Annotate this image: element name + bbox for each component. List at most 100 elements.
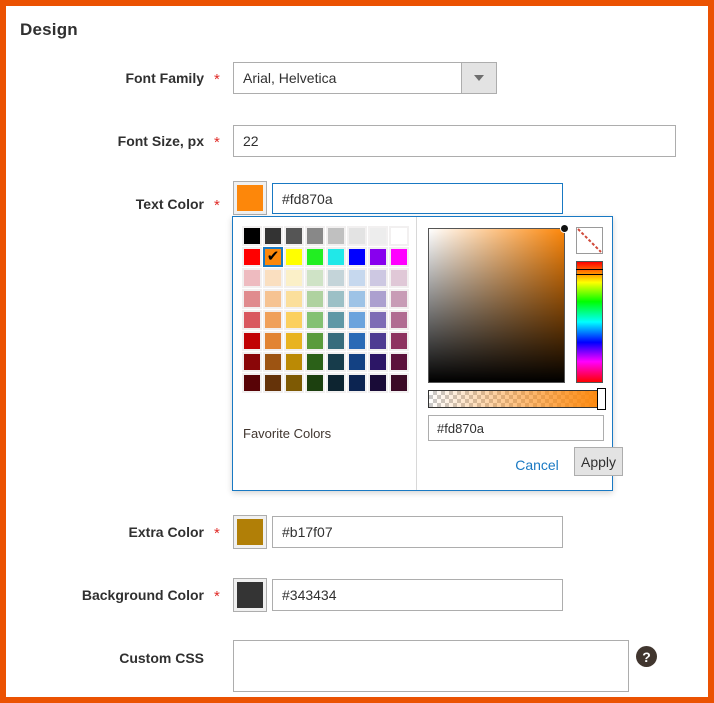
color-swatch[interactable] xyxy=(242,289,262,309)
color-swatch[interactable] xyxy=(326,373,346,393)
color-swatch[interactable] xyxy=(305,352,325,372)
color-swatch[interactable] xyxy=(305,373,325,393)
color-swatch[interactable] xyxy=(284,247,304,267)
color-swatch[interactable] xyxy=(368,226,388,246)
color-swatch[interactable] xyxy=(305,226,325,246)
color-swatch[interactable] xyxy=(326,247,346,267)
color-swatch[interactable] xyxy=(389,226,409,246)
color-picker-popup: ✔ Favorite Colors Cancel xyxy=(232,216,623,491)
saturation-value-gradient[interactable] xyxy=(428,224,569,383)
color-picker-hex-input[interactable] xyxy=(428,415,604,441)
color-swatch[interactable] xyxy=(389,310,409,330)
color-swatch[interactable] xyxy=(326,331,346,351)
color-swatch[interactable] xyxy=(326,352,346,372)
hue-slider-handle[interactable] xyxy=(576,269,603,275)
favorite-color-swatch-grid[interactable]: ✔ xyxy=(242,226,409,393)
favorite-colors-label: Favorite Colors xyxy=(243,426,332,441)
color-swatch[interactable] xyxy=(305,247,325,267)
color-swatch[interactable] xyxy=(368,373,388,393)
cancel-button[interactable]: Cancel xyxy=(506,452,568,478)
color-swatch[interactable] xyxy=(368,247,388,267)
color-swatch[interactable] xyxy=(326,289,346,309)
color-swatch[interactable] xyxy=(242,226,262,246)
apply-button[interactable]: Apply xyxy=(574,447,623,476)
no-color-icon[interactable] xyxy=(576,227,603,254)
alpha-slider-handle[interactable] xyxy=(597,388,606,410)
color-swatch[interactable] xyxy=(263,352,283,372)
color-swatch[interactable] xyxy=(368,268,388,288)
color-swatch[interactable] xyxy=(326,268,346,288)
color-swatch[interactable] xyxy=(326,226,346,246)
color-picker-right-pane: Cancel Apply xyxy=(418,217,623,490)
color-swatch[interactable] xyxy=(389,247,409,267)
font-family-select-button[interactable] xyxy=(461,63,496,93)
font-family-select-value: Arial, Helvetica xyxy=(243,70,337,86)
color-swatch[interactable] xyxy=(347,331,367,351)
font-family-required-marker: * xyxy=(214,71,220,88)
color-swatch[interactable] xyxy=(284,352,304,372)
color-swatch[interactable] xyxy=(368,331,388,351)
background-color-input[interactable] xyxy=(272,579,563,611)
extra-color-swatch-button[interactable] xyxy=(233,515,267,549)
color-swatch[interactable] xyxy=(242,247,262,267)
color-swatch[interactable] xyxy=(347,247,367,267)
color-swatch[interactable] xyxy=(347,226,367,246)
font-family-select[interactable]: Arial, Helvetica xyxy=(233,62,497,94)
alpha-slider[interactable] xyxy=(428,388,606,410)
color-swatch[interactable] xyxy=(263,310,283,330)
color-swatch[interactable] xyxy=(242,373,262,393)
question-mark-icon[interactable]: ? xyxy=(636,646,657,667)
color-swatch[interactable] xyxy=(305,268,325,288)
color-picker-left-pane: ✔ Favorite Colors xyxy=(233,217,417,490)
color-swatch[interactable] xyxy=(284,373,304,393)
hue-slider[interactable] xyxy=(576,261,603,383)
color-swatch[interactable] xyxy=(242,331,262,351)
color-swatch[interactable] xyxy=(347,268,367,288)
color-swatch[interactable] xyxy=(389,268,409,288)
checkmark-icon: ✔ xyxy=(266,247,280,265)
color-swatch[interactable] xyxy=(263,373,283,393)
background-color-label: Background Color xyxy=(81,587,204,603)
sv-cursor-handle[interactable] xyxy=(560,224,569,233)
color-swatch[interactable] xyxy=(347,310,367,330)
color-swatch[interactable] xyxy=(347,373,367,393)
color-swatch[interactable] xyxy=(242,268,262,288)
color-swatch[interactable] xyxy=(263,268,283,288)
color-swatch[interactable] xyxy=(284,268,304,288)
color-swatch[interactable] xyxy=(242,310,262,330)
font-size-label: Font Size, px xyxy=(117,133,204,149)
color-swatch[interactable] xyxy=(389,289,409,309)
color-swatch[interactable] xyxy=(242,352,262,372)
color-swatch[interactable] xyxy=(368,310,388,330)
text-color-required-marker: * xyxy=(214,197,220,214)
color-swatch[interactable] xyxy=(389,331,409,351)
color-swatch[interactable] xyxy=(263,289,283,309)
color-swatch[interactable] xyxy=(368,289,388,309)
color-swatch[interactable] xyxy=(389,373,409,393)
custom-css-textarea[interactable] xyxy=(233,640,629,692)
background-color-swatch-chip xyxy=(237,582,263,608)
color-swatch[interactable] xyxy=(305,331,325,351)
color-swatch[interactable] xyxy=(305,310,325,330)
color-swatch[interactable]: ✔ xyxy=(263,247,283,267)
extra-color-label: Extra Color xyxy=(128,524,204,540)
diagonal-slash-icon xyxy=(577,228,602,253)
text-color-swatch-chip xyxy=(237,185,263,211)
color-swatch[interactable] xyxy=(347,352,367,372)
extra-color-input[interactable] xyxy=(272,516,563,548)
text-color-input[interactable] xyxy=(272,183,563,214)
font-size-input[interactable] xyxy=(233,125,676,157)
color-swatch[interactable] xyxy=(263,226,283,246)
color-swatch[interactable] xyxy=(284,226,304,246)
color-swatch[interactable] xyxy=(284,310,304,330)
color-swatch[interactable] xyxy=(284,331,304,351)
color-swatch[interactable] xyxy=(347,289,367,309)
color-swatch[interactable] xyxy=(284,289,304,309)
color-swatch[interactable] xyxy=(305,289,325,309)
color-swatch[interactable] xyxy=(326,310,346,330)
background-color-swatch-button[interactable] xyxy=(233,578,267,612)
color-swatch[interactable] xyxy=(263,331,283,351)
text-color-swatch-button[interactable] xyxy=(233,181,267,215)
color-swatch[interactable] xyxy=(368,352,388,372)
color-swatch[interactable] xyxy=(389,352,409,372)
